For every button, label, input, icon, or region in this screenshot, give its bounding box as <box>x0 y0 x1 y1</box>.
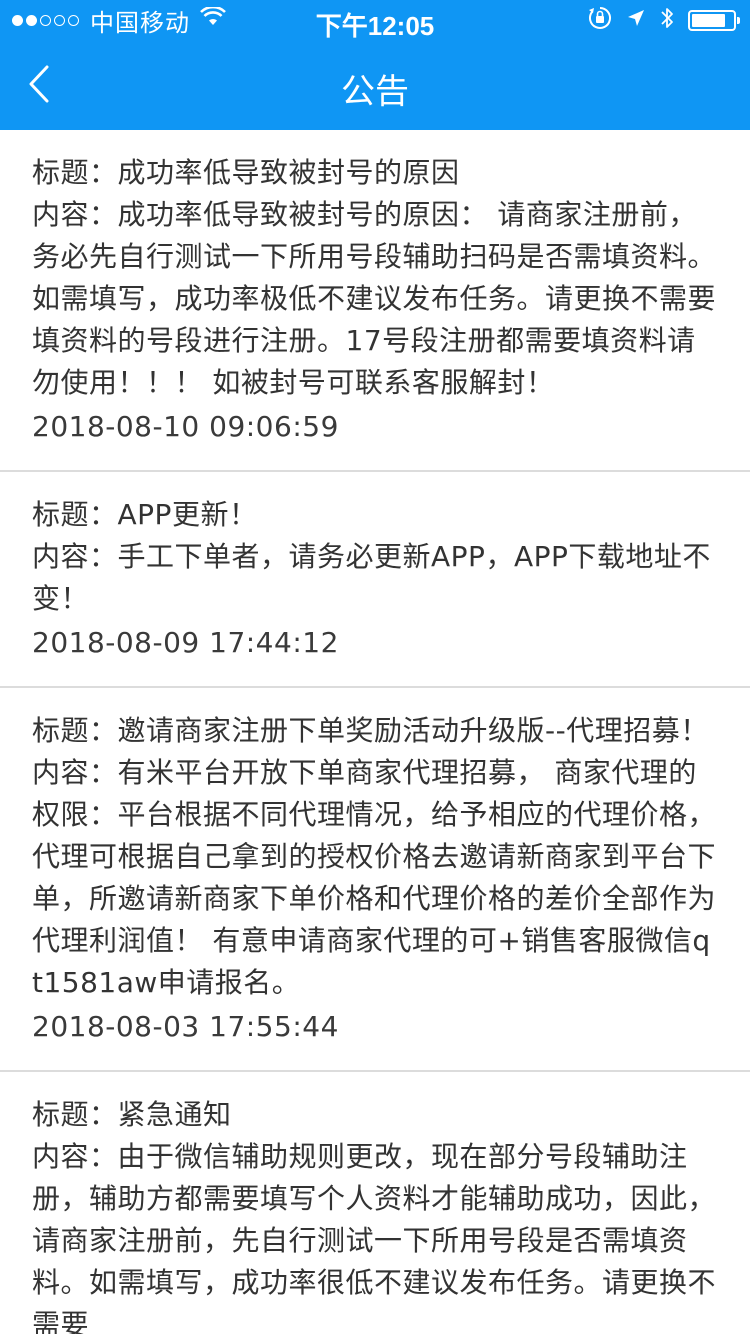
announcement-content: 内容：成功率低导致被封号的原因： 请商家注册前，务必先自行测试一下所用号段辅助扫… <box>32 194 718 404</box>
announcement-title: 标题：紧急通知 <box>32 1094 718 1136</box>
announcement-date: 2018-08-10 09:06:59 <box>32 410 339 443</box>
title-label: 标题： <box>32 1098 118 1131</box>
title-text: 成功率低导致被封号的原因 <box>117 156 460 189</box>
title-label: 标题： <box>32 714 118 747</box>
bluetooth-icon <box>660 6 674 35</box>
announcement-item[interactable]: 标题：APP更新！ 内容：手工下单者，请务必更新APP，APP下载地址不变！ 2… <box>0 472 750 688</box>
content-label: 内容： <box>32 1140 118 1173</box>
battery-icon <box>688 9 740 31</box>
announcement-content: 内容：有米平台开放下单商家代理招募， 商家代理的权限：平台根据不同代理情况，给予… <box>32 752 718 1004</box>
announcement-item[interactable]: 标题：紧急通知 内容：由于微信辅助规则更改，现在部分号段辅助注册，辅助方都需要填… <box>0 1072 750 1334</box>
navigation-bar: 公告 <box>0 40 750 130</box>
location-arrow-icon <box>626 8 646 33</box>
status-right <box>574 6 740 35</box>
title-text: APP更新！ <box>117 498 258 531</box>
announcement-title: 标题：邀请商家注册下单奖励活动升级版--代理招募！ <box>32 710 718 752</box>
content-label: 内容： <box>32 756 118 789</box>
content-text: 手工下单者，请务必更新APP，APP下载地址不变！ <box>32 540 711 615</box>
orientation-lock-icon <box>588 6 612 35</box>
announcement-content: 内容：由于微信辅助规则更改，现在部分号段辅助注册，辅助方都需要填写个人资料才能辅… <box>32 1136 718 1334</box>
announcement-item[interactable]: 标题：邀请商家注册下单奖励活动升级版--代理招募！ 内容：有米平台开放下单商家代… <box>0 688 750 1072</box>
page-title: 公告 <box>341 72 409 112</box>
content-text: 成功率低导致被封号的原因： 请商家注册前，务必先自行测试一下所用号段辅助扫码是否… <box>32 198 717 399</box>
announcement-date: 2018-08-09 17:44:12 <box>32 626 339 659</box>
announcement-content: 内容：手工下单者，请务必更新APP，APP下载地址不变！ <box>32 536 718 620</box>
title-label: 标题： <box>32 498 118 531</box>
announcement-date: 2018-08-03 17:55:44 <box>32 1010 339 1043</box>
announcement-list[interactable]: 标题：成功率低导致被封号的原因 内容：成功率低导致被封号的原因： 请商家注册前，… <box>0 130 750 1334</box>
content-label: 内容： <box>32 540 118 573</box>
announcement-title: 标题：成功率低导致被封号的原因 <box>32 152 718 194</box>
title-text: 邀请商家注册下单奖励活动升级版--代理招募！ <box>117 714 709 747</box>
announcement-item[interactable]: 标题：成功率低导致被封号的原因 内容：成功率低导致被封号的原因： 请商家注册前，… <box>0 130 750 472</box>
content-text: 有米平台开放下单商家代理招募， 商家代理的权限：平台根据不同代理情况，给予相应的… <box>32 756 717 999</box>
content-text: 由于微信辅助规则更改，现在部分号段辅助注册，辅助方都需要填写个人资料才能辅助成功… <box>32 1140 717 1334</box>
status-bar: 中国移动 下午12:05 <box>0 0 750 41</box>
title-label: 标题： <box>32 156 118 189</box>
announcement-title: 标题：APP更新！ <box>32 494 718 536</box>
content-label: 内容： <box>32 198 118 231</box>
title-text: 紧急通知 <box>117 1098 232 1131</box>
